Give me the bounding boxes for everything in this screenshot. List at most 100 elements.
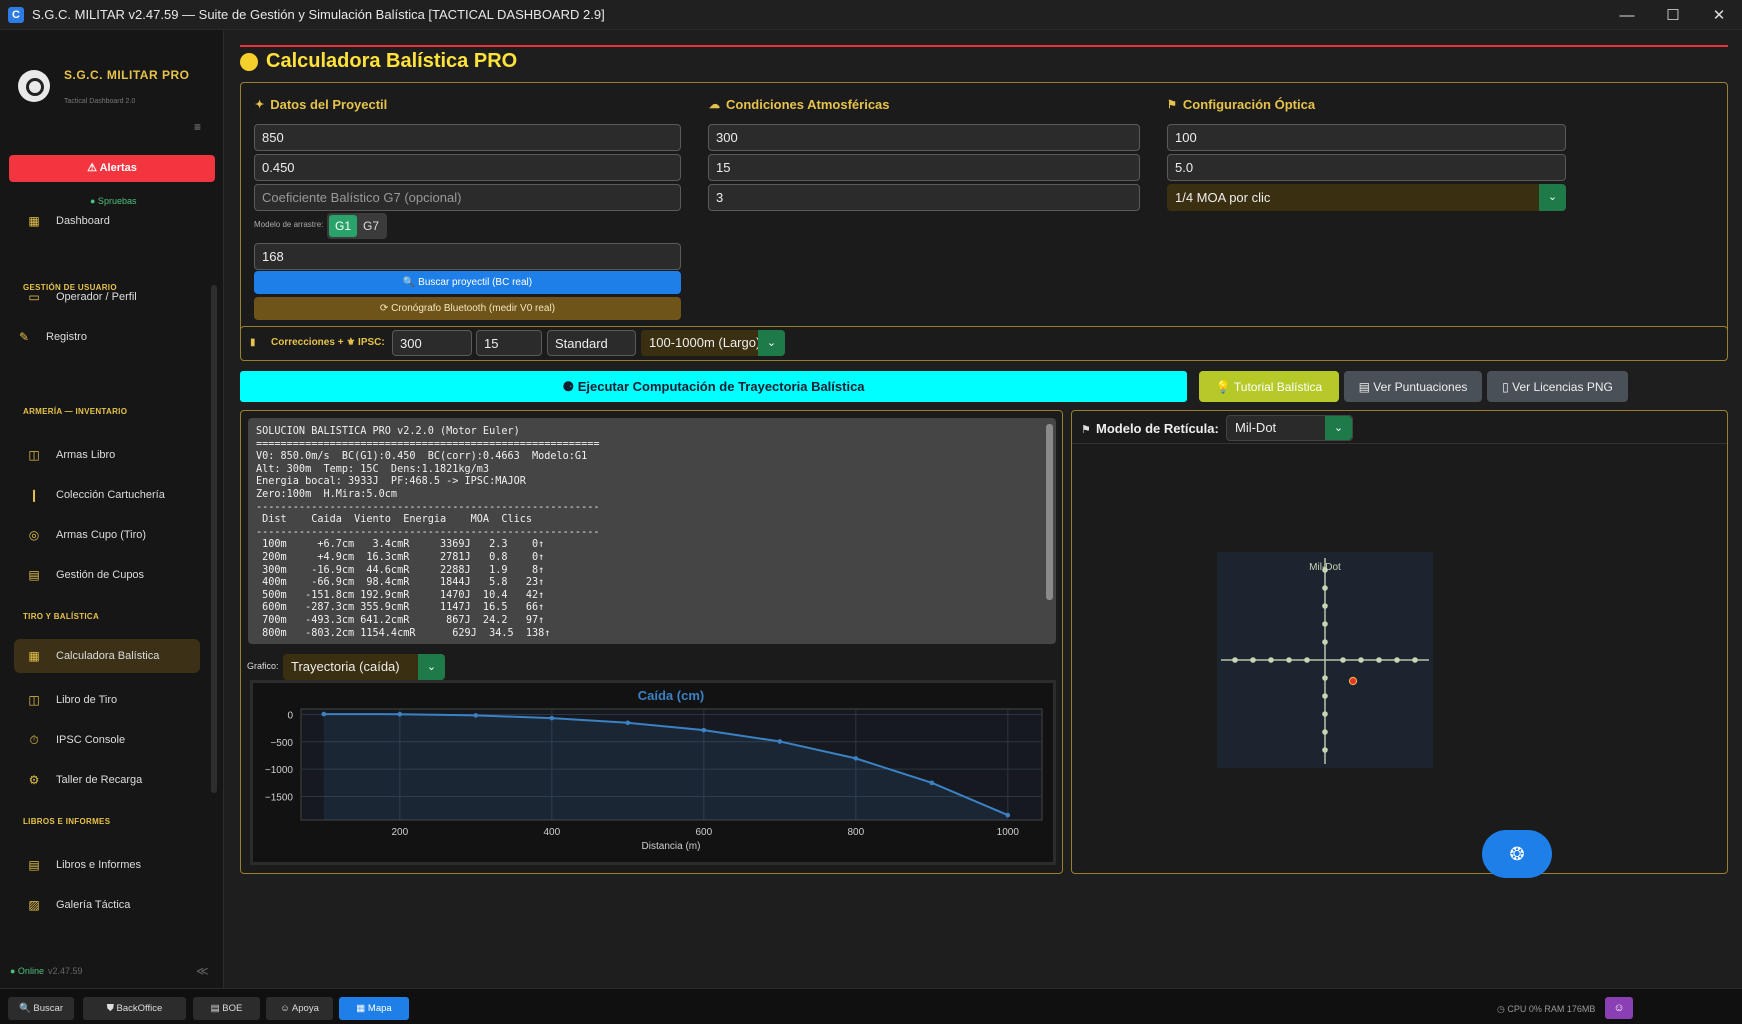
optica-heading: ⚑ Configuración Óptica: [1167, 97, 1315, 112]
drag-g7-option[interactable]: G7: [357, 215, 385, 237]
wind-input[interactable]: 3: [708, 184, 1140, 211]
sidebar-item-registro[interactable]: ✎ Registro: [4, 320, 190, 354]
corrections-field-3[interactable]: Standard: [547, 330, 636, 356]
taskbar-apoya[interactable]: ☺ Apoya: [266, 997, 333, 1020]
alerts-button[interactable]: ⚠ Alertas: [9, 155, 215, 182]
section-tiro: TIRO Y BALÍSTICA: [23, 612, 100, 621]
target-icon: ◎: [28, 528, 40, 542]
console-scrollbar[interactable]: [1046, 424, 1053, 600]
chart-type-select[interactable]: Trayectoria (caída) ⌄: [283, 654, 445, 680]
mil-dot: [1358, 657, 1364, 663]
drag-g1-option[interactable]: G1: [329, 215, 358, 237]
chart-type-text: Trayectoria (caída): [291, 659, 400, 674]
sidebar-item-dashboard[interactable]: ▦ Dashboard: [14, 204, 200, 238]
reticle-select[interactable]: Mil-Dot ⌄: [1226, 415, 1353, 441]
taskbar-avatar[interactable]: ☺: [1605, 997, 1633, 1019]
x-axis-label: Distancia (m): [642, 841, 701, 852]
reticle-svg: Mil-Dot: [1221, 558, 1429, 764]
sidebar-item-armas-libro[interactable]: ◫ Armas Libro: [14, 438, 200, 472]
altitude-input[interactable]: 300: [708, 124, 1140, 151]
range-select[interactable]: 100-1000m (Largo) ⌄: [641, 330, 785, 356]
x-tick-label: 400: [543, 827, 560, 838]
weight-input[interactable]: 168: [254, 243, 681, 270]
licenses-button[interactable]: ▯ Ver Licencias PNG: [1487, 371, 1628, 402]
search-projectile-button[interactable]: 🔍 Buscar proyectil (BC real): [254, 271, 681, 294]
x-tick-label: 800: [847, 827, 864, 838]
sidebar-item-galeria[interactable]: ▨ Galería Táctica: [14, 888, 200, 922]
minimize-icon[interactable]: —: [1604, 0, 1650, 30]
corrections-field-1[interactable]: 300: [392, 330, 472, 356]
sidebar-item-cupos[interactable]: ▤ Gestión de Cupos: [14, 558, 200, 592]
atmosfera-heading: ☁ Condiciones Atmosféricas: [709, 97, 890, 112]
bc-g7-input[interactable]: Coeficiente Balístico G7 (opcional): [254, 184, 681, 211]
sidebar: S.G.C. MILITAR PRO Tactical Dashboard 2.…: [0, 30, 224, 988]
data-point: [397, 711, 403, 717]
corrections-field-2[interactable]: 15: [476, 330, 542, 356]
sidebar-item-informes[interactable]: ▤ Libros e Informes: [14, 848, 200, 882]
sight-height-input[interactable]: 5.0: [1167, 154, 1566, 181]
assistant-fab[interactable]: ❂: [1482, 830, 1552, 878]
sidebar-item-label: Galería Táctica: [56, 899, 131, 911]
chevron-down-icon: ⌄: [758, 330, 785, 356]
chart-type-label: Grafico:: [247, 661, 279, 671]
scores-button[interactable]: ▤ Ver Puntuaciones: [1344, 371, 1482, 402]
range-select-text: 100-1000m (Largo): [649, 335, 761, 350]
zero-input[interactable]: 100: [1167, 124, 1566, 151]
list-icon: ▤: [28, 568, 40, 582]
taskbar-backoffice[interactable]: ⛊ BackOffice: [83, 997, 186, 1020]
brand-name: S.G.C. MILITAR PRO: [64, 68, 190, 82]
reticle-divider: [1072, 443, 1727, 444]
run-computation-button[interactable]: ⚈ Ejecutar Computación de Trayectoria Ba…: [240, 371, 1187, 402]
menu-icon[interactable]: ≡: [194, 120, 201, 134]
sidebar-item-ipsc[interactable]: ⏱ IPSC Console: [14, 723, 200, 757]
close-icon[interactable]: ✕: [1696, 0, 1742, 30]
taskbar-boe[interactable]: ▤ BOE: [193, 997, 260, 1020]
taskbar-buscar[interactable]: 🔍 Buscar: [8, 997, 74, 1020]
v0-input[interactable]: 850: [254, 124, 681, 151]
mil-dot: [1322, 639, 1328, 645]
brain-icon: ❂: [1509, 843, 1525, 864]
mil-dot: [1322, 693, 1328, 699]
chevron-down-icon: ⌄: [418, 654, 445, 680]
y-tick-label: −1500: [265, 792, 294, 803]
trajectory-chart-svg: 200 400 600 800 1000 0 −500 −1000 −1500 Caída (cm…: [265, 688, 1043, 852]
sidebar-item-label: Registro: [46, 331, 87, 343]
impact-point: [1348, 676, 1358, 686]
chronograph-button[interactable]: ⟳ Cronógrafo Bluetooth (medir V0 real): [254, 297, 681, 320]
mil-dot: [1322, 711, 1328, 717]
bc-input[interactable]: 0.450: [254, 154, 681, 181]
bullet-icon: ▮: [250, 337, 256, 348]
taskbar: 🔍 Buscar ⛊ BackOffice ▤ BOE ☺ Apoya ▦ Ma…: [0, 988, 1742, 1024]
section-libros: LIBROS E INFORMES: [23, 817, 111, 826]
click-value-select[interactable]: 1/4 MOA por clic ⌄: [1167, 184, 1566, 211]
sidebar-item-label: IPSC Console: [56, 734, 126, 746]
mil-dot: [1412, 657, 1418, 663]
maximize-icon[interactable]: ☐: [1650, 0, 1696, 30]
optica-heading-text: Configuración Óptica: [1182, 97, 1316, 112]
sidebar-scrollbar[interactable]: [211, 285, 217, 793]
title-bar: C S.G.C. MILITAR v2.47.59 — Suite de Ges…: [0, 0, 1742, 30]
temperature-input[interactable]: 15: [708, 154, 1140, 181]
tutorial-button[interactable]: 💡 Tutorial Balística: [1199, 371, 1339, 402]
brand-subtitle: Tactical Dashboard 2.0: [64, 98, 136, 105]
mil-dot: [1286, 657, 1292, 663]
sidebar-item-label: Calculadora Balística: [56, 650, 160, 662]
mil-dot: [1268, 657, 1274, 663]
page-title: Calculadora Balística PRO: [240, 50, 517, 73]
mil-dot: [1250, 657, 1256, 663]
taskbar-mapa[interactable]: ▦ Mapa: [339, 997, 409, 1020]
mil-dot: [1322, 603, 1328, 609]
sidebar-item-cartucheria[interactable]: ❙ Colección Cartuchería: [14, 478, 200, 512]
id-card-icon: ▭: [28, 290, 40, 304]
mil-dot: [1322, 675, 1328, 681]
collapse-icon[interactable]: ≪: [196, 964, 209, 978]
reticle-select-text: Mil-Dot: [1235, 420, 1277, 435]
sidebar-item-armas-cupo[interactable]: ◎ Armas Cupo (Tiro): [14, 518, 200, 552]
mil-dot: [1304, 657, 1310, 663]
sidebar-item-recarga[interactable]: ⚙ Taller de Recarga: [14, 763, 200, 797]
sidebar-item-libro-tiro[interactable]: ◫ Libro de Tiro: [14, 683, 200, 717]
book-icon: ◫: [28, 448, 40, 462]
sidebar-item-calculadora[interactable]: ▦ Calculadora Balística: [14, 639, 200, 673]
sidebar-item-operador[interactable]: ▭ Operador / Perfil: [14, 280, 200, 314]
mil-dot: [1322, 729, 1328, 735]
